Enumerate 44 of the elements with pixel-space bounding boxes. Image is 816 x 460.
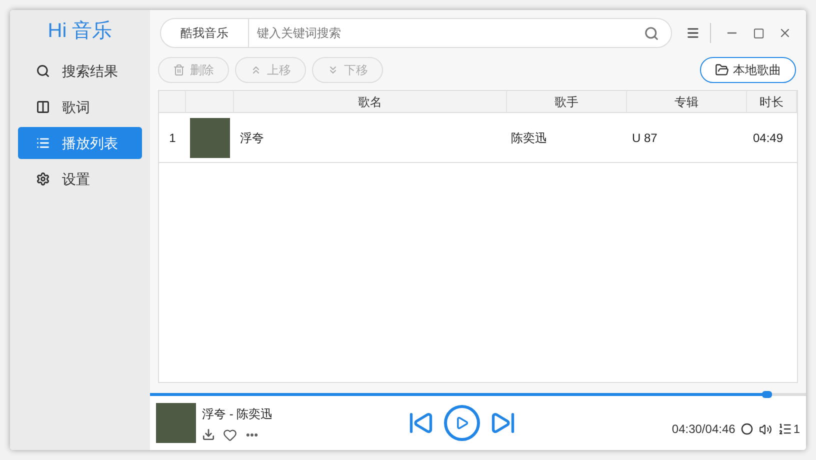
sidebar-item[interactable]: 搜索结果	[18, 55, 142, 87]
cover-placeholder	[156, 403, 196, 443]
album-cell-text: U 87	[631, 130, 658, 146]
search-icon	[36, 64, 50, 78]
app-title: Hi 音乐	[46, 19, 114, 44]
column-header[interactable]: 歌手	[507, 91, 627, 112]
volume-icon[interactable]	[759, 422, 772, 436]
chevrons-up-icon	[250, 64, 262, 76]
chevrons-down-icon	[327, 64, 339, 76]
music-source-label[interactable]: 酷我音乐	[161, 19, 249, 47]
download-icon[interactable]	[202, 428, 215, 441]
column-header[interactable]: 专辑	[627, 91, 747, 112]
singer-cell-text: 陈奕迅	[510, 130, 548, 146]
sidebar-item[interactable]: 设置	[18, 163, 142, 195]
settings-icon	[36, 172, 50, 186]
folder-icon	[715, 63, 729, 77]
cover-placeholder	[190, 118, 230, 158]
now-playing-text: 浮夸 - 陈奕迅	[202, 406, 274, 422]
play-icon	[455, 416, 469, 430]
duration-cell-text: 04:49	[752, 130, 784, 146]
column-header[interactable]: 歌名	[234, 91, 507, 112]
play-button[interactable]	[444, 405, 480, 441]
playlist-icon[interactable]	[778, 422, 792, 436]
sidebar-item[interactable]: 歌词	[18, 91, 142, 123]
loop-mode-icon[interactable]	[741, 423, 754, 435]
progress-handle[interactable]	[762, 391, 772, 398]
song-title: 浮夸	[239, 130, 265, 146]
previous-icon[interactable]	[408, 410, 434, 436]
playback-time: 04:30/04:46	[672, 421, 736, 438]
trash-icon	[173, 64, 185, 76]
playlist-count: 1	[793, 421, 800, 438]
song-row[interactable]: 1 浮夸 陈奕迅 U 87 04:49	[159, 113, 797, 163]
column-header[interactable]: 时长	[747, 91, 797, 112]
next-icon[interactable]	[490, 410, 516, 436]
list-icon	[36, 136, 50, 150]
heart-icon[interactable]	[223, 428, 237, 442]
search-bar[interactable]: 酷我音乐 键入关键词搜索	[160, 18, 672, 48]
maximize-icon[interactable]	[752, 26, 764, 40]
search-icon[interactable]	[644, 26, 659, 40]
panel-icon	[36, 100, 50, 114]
search-input[interactable]: 键入关键词搜索	[249, 24, 644, 42]
local-songs-button[interactable]: 本地歌曲	[700, 57, 796, 83]
row-index: 1	[168, 130, 177, 146]
sidebar-item[interactable]: 播放列表	[18, 127, 142, 159]
